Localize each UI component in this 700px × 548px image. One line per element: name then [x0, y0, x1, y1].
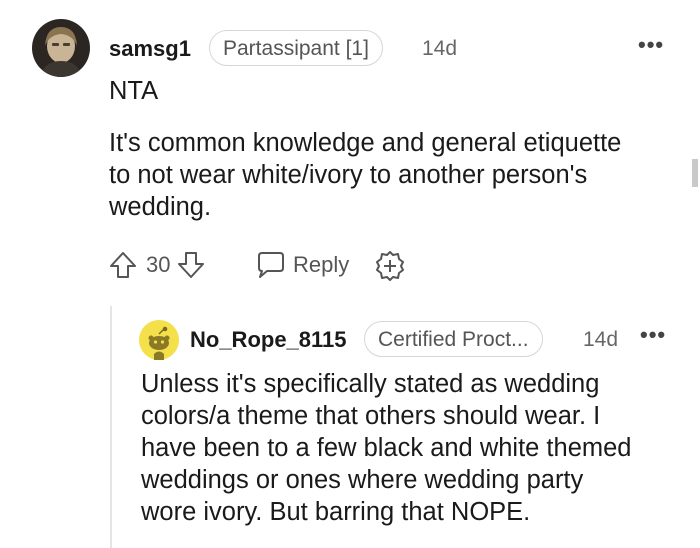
avatar[interactable] — [32, 19, 90, 77]
thread-line[interactable] — [110, 306, 112, 548]
more-options-icon[interactable]: ••• — [638, 34, 664, 56]
user-flair: Certified Proct... — [364, 321, 543, 357]
comment-text-line: It's common knowledge and general etique… — [109, 129, 622, 157]
user-flair: Partassipant [1] — [209, 30, 383, 66]
reply-text-line: have been to a few black and white theme… — [141, 434, 632, 462]
award-plus-icon[interactable] — [374, 250, 406, 282]
comment-username[interactable]: samsg1 — [109, 38, 191, 60]
upvote-arrow-icon[interactable] — [108, 250, 138, 280]
speech-bubble-icon — [255, 250, 287, 280]
comment-text-line: wedding. — [109, 193, 212, 221]
reply-text-line: colors/a theme that others should wear. … — [141, 402, 601, 430]
reply-button[interactable]: Reply — [255, 250, 349, 280]
scrollbar[interactable] — [692, 159, 698, 187]
vote-controls: 30 — [108, 250, 206, 280]
snoo-avatar-icon[interactable] — [139, 320, 179, 360]
comment-text-line: to not wear white/ivory to another perso… — [109, 161, 588, 189]
reply-text-line: Unless it's specifically stated as weddi… — [141, 370, 600, 398]
more-options-icon[interactable]: ••• — [640, 324, 666, 346]
comment-timestamp: 14d — [422, 37, 458, 60]
reply-text-line: weddings or ones where wedding party — [141, 466, 584, 494]
reply-text-line: wore ivory. But barring that NOPE. — [141, 498, 531, 526]
reply-timestamp: 14d — [583, 328, 619, 351]
reply-label: Reply — [293, 252, 350, 277]
vote-count: 30 — [146, 252, 171, 277]
downvote-arrow-icon[interactable] — [176, 250, 206, 280]
comment-text-line: NTA — [109, 77, 159, 105]
reply-username[interactable]: No_Rope_8115 — [190, 329, 347, 351]
